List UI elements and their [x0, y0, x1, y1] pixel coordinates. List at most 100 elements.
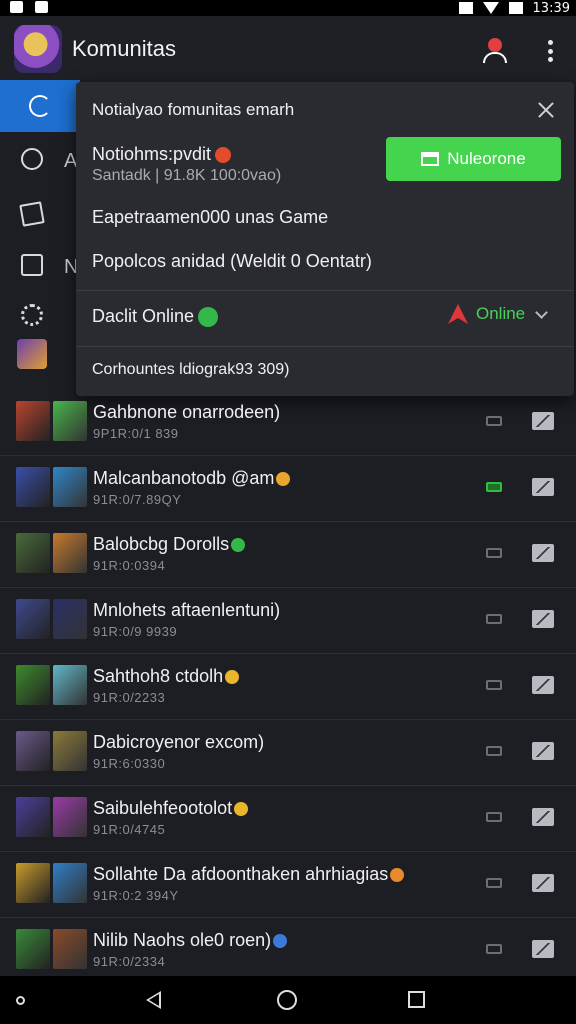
list-item-title: Sahthoh8 ctdolh: [93, 666, 240, 687]
game-thumbnail: [16, 929, 50, 969]
accept-label: Nuleorone: [447, 149, 526, 168]
status-indicator-icon: [486, 878, 502, 888]
list-item-subtitle: 91R:0/2233: [93, 690, 166, 705]
clock: 13:39: [532, 0, 570, 16]
online-status-label: Online: [476, 304, 526, 323]
more-options-icon[interactable]: [540, 38, 560, 64]
game-thumbnail: [16, 533, 50, 573]
gear-icon: [21, 304, 43, 326]
assistant-icon[interactable]: [16, 996, 25, 1005]
app-logo: [14, 25, 62, 73]
list-item-title-text: Dabicroyenor excom): [93, 732, 265, 752]
online-status-dropdown[interactable]: Online: [448, 304, 549, 324]
list-item[interactable]: Saibulehfeootolot 91R:0/4745: [0, 786, 576, 852]
badge-icon: [273, 934, 288, 949]
message-icon[interactable]: [532, 808, 554, 826]
badge-icon: [225, 670, 240, 685]
game-thumbnail: [53, 533, 87, 573]
game-thumbnail: [16, 401, 50, 441]
list-item-title: Malcanbanotodb @am: [93, 468, 291, 489]
game-thumbnail: [53, 401, 87, 441]
list-item-subtitle: 9P1R:0/1 839: [93, 426, 179, 441]
divider: [76, 290, 574, 291]
recents-icon[interactable]: [408, 991, 425, 1008]
online-icon: [198, 307, 219, 328]
screen: 13:39 Komunitas A N Notialyao fomunitas …: [0, 0, 576, 1024]
game-thumbnail: [16, 797, 50, 837]
list-item-subtitle: 91R:0/4745: [93, 822, 166, 837]
nav-item-refresh[interactable]: [0, 80, 80, 132]
list-item[interactable]: Mnlohets aftaenlentuni) 91R:0/9 9939: [0, 588, 576, 654]
badge-icon: [234, 802, 249, 817]
list-item-title-text: Sahthoh8 ctdolh: [93, 666, 224, 686]
list-item[interactable]: Malcanbanotodb @am 91R:0/7.89QY: [0, 456, 576, 522]
battery-icon: [508, 2, 523, 14]
page-title: Komunitas: [72, 36, 176, 61]
list-item-title-text: Sollahte Da afdoonthaken ahrhiagias: [93, 864, 389, 884]
app-bar: Komunitas: [0, 16, 576, 80]
side-nav: [0, 80, 80, 380]
home-icon[interactable]: [277, 990, 297, 1010]
list-item[interactable]: Balobcbg Dorolls 91R:0:0394: [0, 522, 576, 588]
close-icon[interactable]: [536, 100, 556, 120]
game-thumbnail: [16, 665, 50, 705]
message-icon[interactable]: [532, 610, 554, 628]
nav-item-messages[interactable]: [0, 188, 64, 240]
game-thumbnail: [53, 599, 87, 639]
list-item-title: Saibulehfeootolot: [93, 798, 249, 819]
list-item-subtitle: 91R:0:2 394Y: [93, 888, 179, 903]
wifi-icon: [482, 2, 499, 14]
envelope-icon: [19, 201, 45, 227]
list-item[interactable]: Sollahte Da afdoonthaken ahrhiagias 91R:0…: [0, 852, 576, 918]
refresh-icon: [29, 95, 51, 117]
badge-icon: [231, 538, 246, 553]
request-title-text: Notiohms:pvdit: [92, 144, 212, 164]
system-nav-bar: [0, 976, 576, 1024]
status-indicator-icon: [486, 416, 502, 426]
popular-line[interactable]: Popolcos anidad (Weldit 0 Oentatr): [92, 251, 372, 272]
list-item-title: Balobcbg Dorolls: [93, 534, 246, 555]
game-thumbnail: [53, 863, 87, 903]
list-item[interactable]: Nilib Naohs ole0 roen) 91R:0/2334: [0, 918, 576, 984]
box-icon: [421, 152, 440, 166]
message-icon[interactable]: [532, 412, 554, 430]
game-thumbnail: [16, 599, 50, 639]
message-icon[interactable]: [532, 478, 554, 496]
nav-item-game[interactable]: [0, 328, 64, 380]
accept-button[interactable]: Nuleorone: [386, 137, 561, 181]
message-icon[interactable]: [532, 742, 554, 760]
list-item-title-text: Balobcbg Dorolls: [93, 534, 230, 554]
notification-icons: [10, 1, 48, 13]
list-item-subtitle: 91R:6:0330: [93, 756, 166, 771]
list-item-title-text: Gahbnone onarrodeen): [93, 402, 281, 422]
message-icon[interactable]: [532, 676, 554, 694]
game-thumbnail: [16, 731, 50, 771]
alert-icon: [215, 147, 232, 164]
chevron-down-icon: [535, 305, 549, 319]
badge-icon: [276, 472, 291, 487]
list-item[interactable]: Dabicroyenor excom) 91R:6:0330: [0, 720, 576, 786]
status-bar: 13:39: [0, 0, 576, 16]
nav-item-clipboard[interactable]: [0, 239, 64, 291]
status-indicator-icon: [486, 680, 502, 690]
status-indicator-icon: [486, 812, 502, 822]
message-icon[interactable]: [532, 940, 554, 958]
game-thumbnail: [16, 467, 50, 507]
list-item-title: Mnlohets aftaenlentuni): [93, 600, 280, 621]
game-line[interactable]: Eapetraamen000 unas Game: [92, 207, 328, 228]
message-icon[interactable]: [532, 874, 554, 892]
online-title: Daclit Online: [92, 306, 219, 328]
list-item[interactable]: Gahbnone onarrodeen) 9P1R:0/1 839: [0, 390, 576, 456]
list-item-title-text: Nilib Naohs ole0 roen): [93, 930, 272, 950]
message-icon[interactable]: [532, 544, 554, 562]
list-item[interactable]: Sahthoh8 ctdolh 91R:0/2233: [0, 654, 576, 720]
request-title: Notiohms:pvdit: [92, 144, 232, 165]
list-item-title-text: Saibulehfeootolot: [93, 798, 233, 818]
list-item-subtitle: 91R:0/2334: [93, 954, 166, 969]
system-status: 13:39: [458, 0, 570, 16]
back-icon[interactable]: [146, 991, 161, 1009]
profile-icon[interactable]: [480, 36, 510, 66]
nav-item-timer[interactable]: [0, 133, 64, 185]
game-thumbnail: [53, 929, 87, 969]
status-indicator-icon: [486, 944, 502, 954]
